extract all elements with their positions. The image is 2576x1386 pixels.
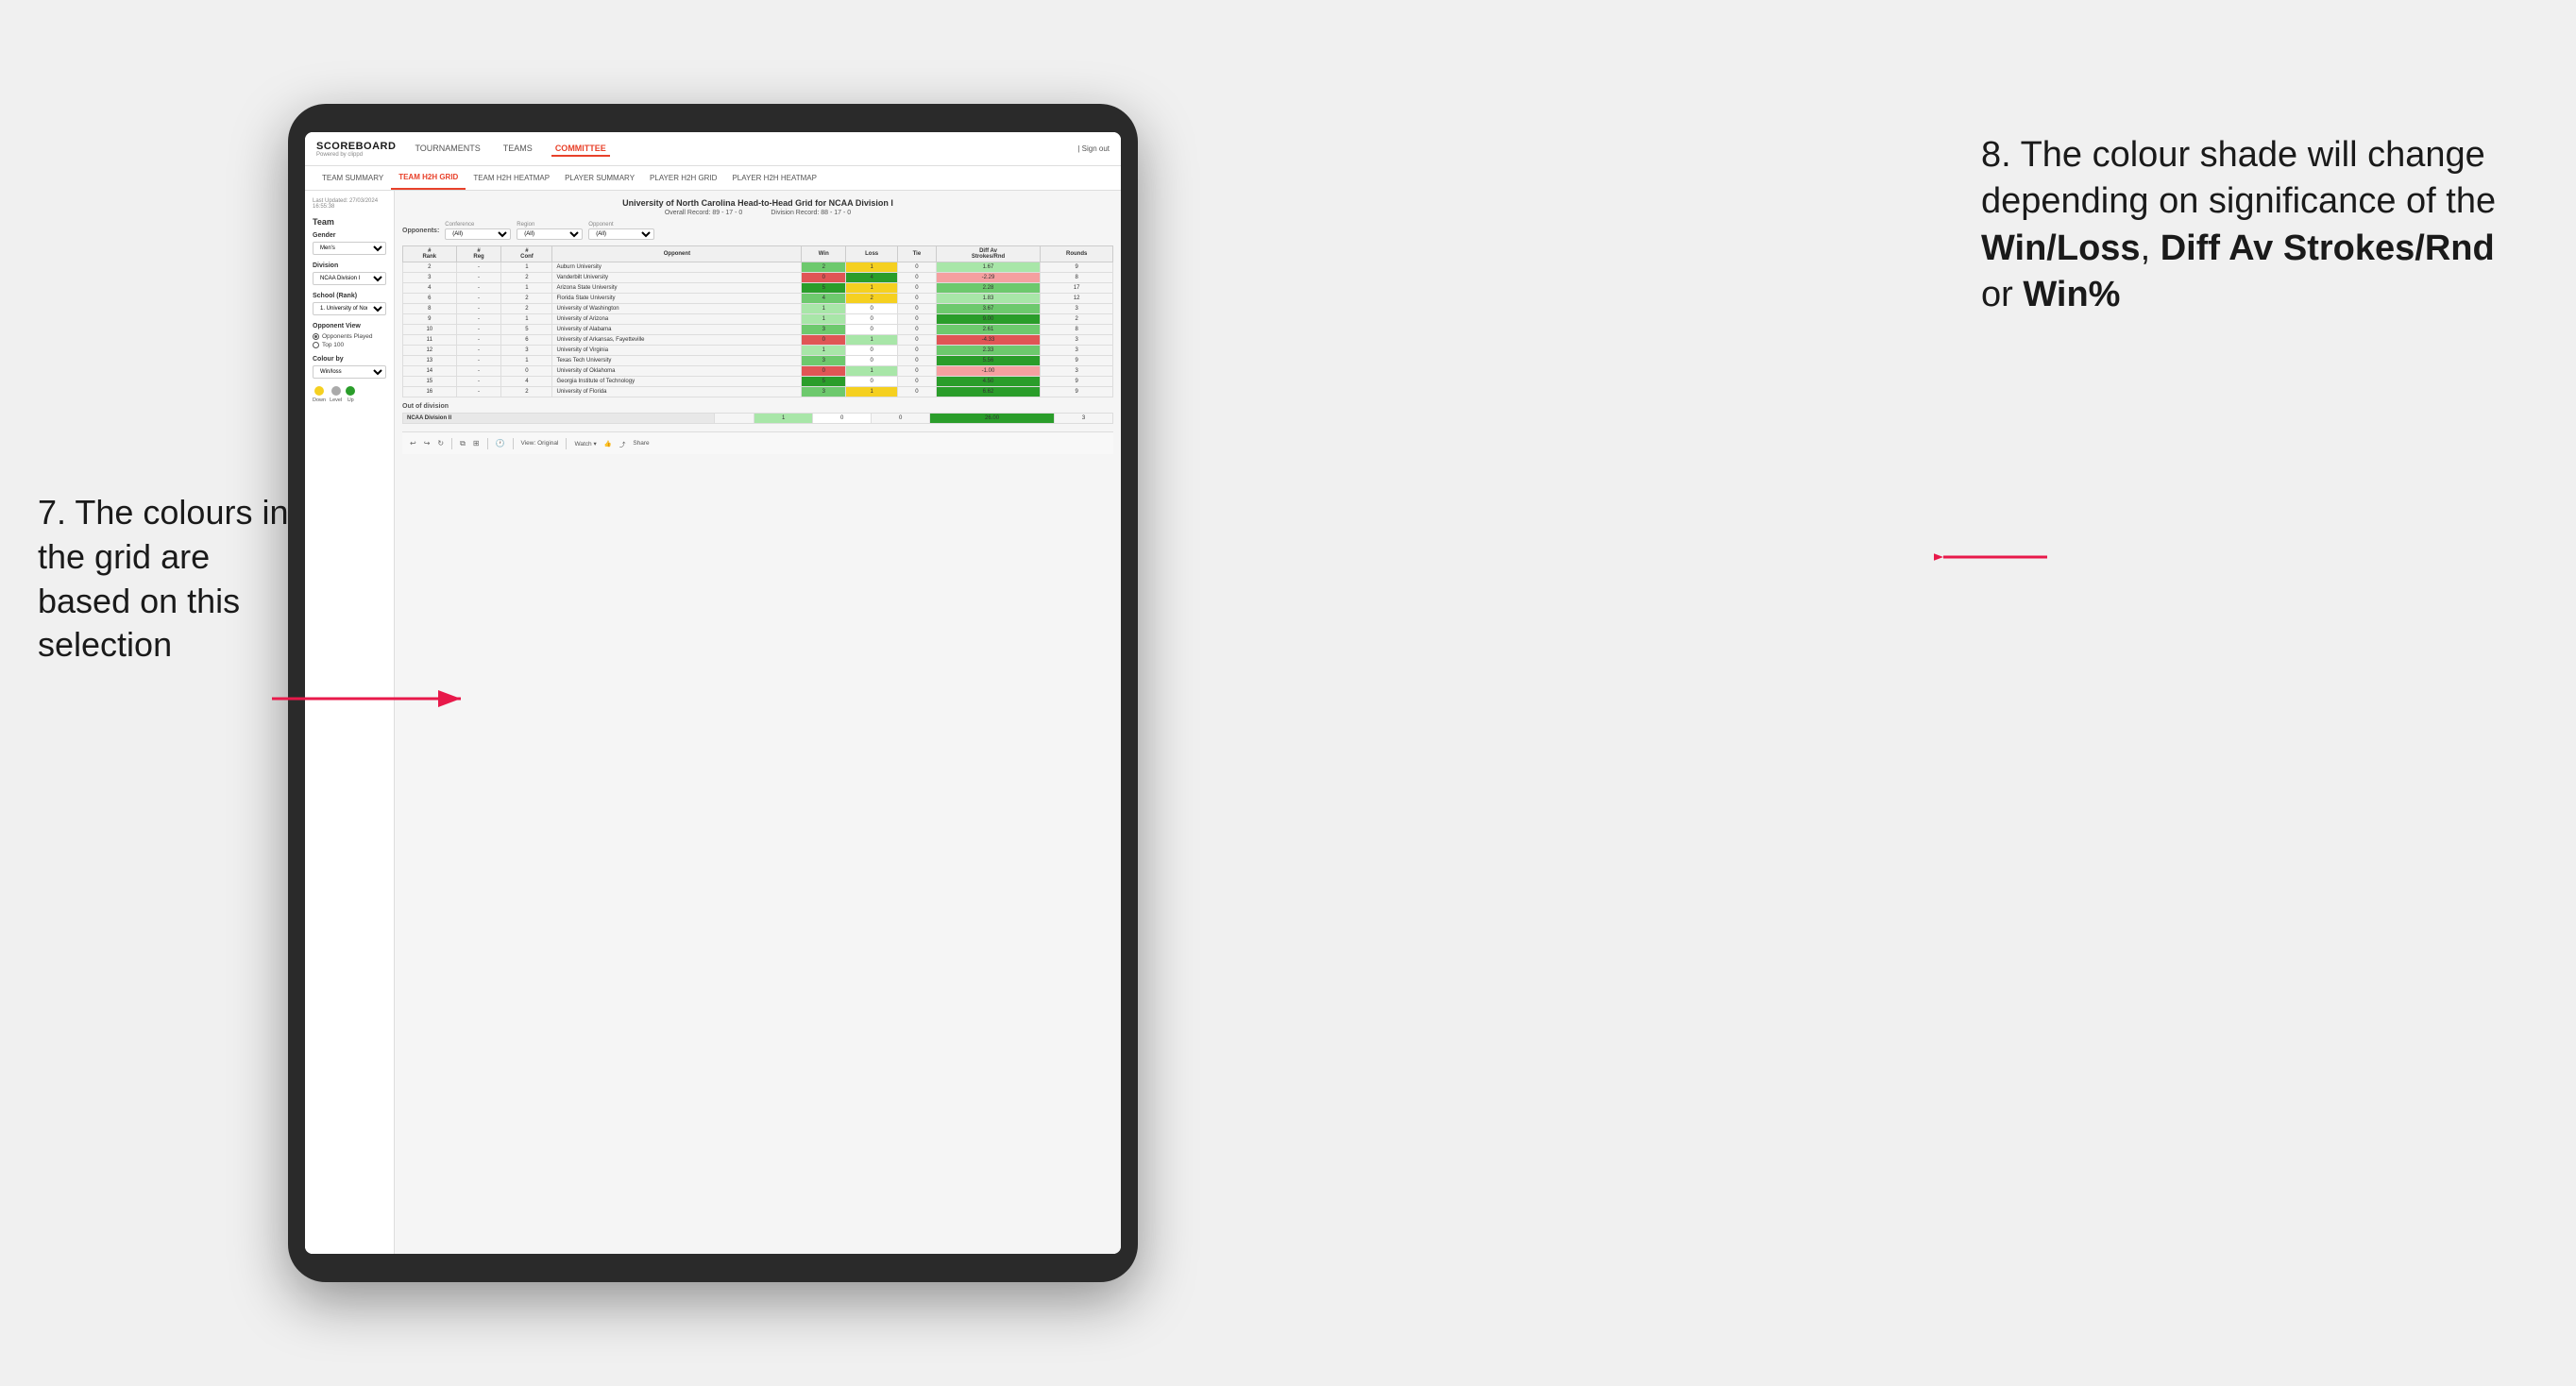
conference-filter-group: Conference (All) xyxy=(445,222,511,240)
school-select[interactable]: 1. University of Nort... xyxy=(313,302,386,315)
annotation-right: 8. The colour shade will change dependin… xyxy=(1981,132,2500,319)
radio-dot-opponents xyxy=(313,333,319,340)
clock-icon[interactable]: 🕐 xyxy=(496,439,505,448)
watch-button[interactable]: Watch ▾ xyxy=(574,440,596,448)
table-row: 2 - 1 Auburn University 2 1 0 1.67 9 xyxy=(403,262,1113,273)
th-rounds: Rounds xyxy=(1041,246,1113,262)
division-record: Division Record: 88 - 17 - 0 xyxy=(771,210,851,216)
nav-tournaments[interactable]: TOURNAMENTS xyxy=(411,142,483,157)
legend-up-circle xyxy=(346,386,355,396)
tab-player-summary[interactable]: PLAYER SUMMARY xyxy=(557,166,642,190)
overall-record: Overall Record: 89 - 17 - 0 xyxy=(665,210,743,216)
table-row: 14 - 0 University of Oklahoma 0 1 0 -1.0… xyxy=(403,366,1113,377)
th-loss: Loss xyxy=(846,246,898,262)
table-row: 13 - 1 Texas Tech University 3 0 0 5.56 … xyxy=(403,356,1113,366)
radio-dot-top100 xyxy=(313,342,319,348)
legend-row: Down Level Up xyxy=(313,386,386,403)
undo-icon[interactable]: ↩ xyxy=(410,439,416,448)
toolbar-sep4 xyxy=(566,438,567,449)
table-row: 4 - 1 Arizona State University 5 1 0 2.2… xyxy=(403,283,1113,294)
table-row: 15 - 4 Georgia Institute of Technology 5… xyxy=(403,377,1113,387)
out-of-division-label: Out of division xyxy=(402,403,1113,410)
legend-down-circle xyxy=(314,386,324,396)
th-reg: #Reg xyxy=(456,246,501,262)
arrow-right xyxy=(1934,538,2047,576)
colour-by-select[interactable]: Win/loss xyxy=(313,365,386,379)
redo-icon[interactable]: ↪ xyxy=(424,439,431,448)
annotation-left: 7. The colours in the grid are based on … xyxy=(38,491,302,668)
out-of-division-table: NCAA Division II 1 0 0 26.00 3 xyxy=(402,413,1113,424)
nav-committee[interactable]: COMMITTEE xyxy=(551,142,610,157)
conference-filter[interactable]: (All) xyxy=(445,228,511,240)
table-row: 3 - 2 Vanderbilt University 0 4 0 -2.29 … xyxy=(403,273,1113,283)
colour-by-section: Colour by Win/loss xyxy=(313,356,386,379)
share-label[interactable]: Share xyxy=(633,440,649,447)
region-filter-group: Region (All) xyxy=(517,222,583,240)
grid-title: University of North Carolina Head-to-Hea… xyxy=(402,198,1113,208)
th-diff: Diff AvStrokes/Rnd xyxy=(936,246,1041,262)
content-area: Last Updated: 27/03/2024 16:55:38 Team G… xyxy=(305,191,1121,1254)
th-opponent: Opponent xyxy=(552,246,802,262)
filters-row: Opponents: Conference (All) Region (All) xyxy=(402,222,1113,240)
table-row: 8 - 2 University of Washington 1 0 0 3.6… xyxy=(403,304,1113,314)
legend-level-circle xyxy=(331,386,341,396)
th-conf: #Conf xyxy=(501,246,552,262)
main-grid: University of North Carolina Head-to-Hea… xyxy=(395,191,1121,1254)
th-tie: Tie xyxy=(898,246,937,262)
view-original[interactable]: View: Original xyxy=(521,440,559,447)
table-row: 10 - 5 University of Alabama 3 0 0 2.61 … xyxy=(403,325,1113,335)
table-row: 9 - 1 University of Arizona 1 0 0 9.00 2 xyxy=(403,314,1113,325)
table-row: 6 - 2 Florida State University 4 2 0 1.8… xyxy=(403,294,1113,304)
ood-row: NCAA Division II 1 0 0 26.00 3 xyxy=(403,414,1113,424)
table-row: 12 - 3 University of Virginia 1 0 0 2.33… xyxy=(403,346,1113,356)
opponent-view-section: Opponent View Opponents Played Top 100 xyxy=(313,323,386,348)
tab-player-h2h-grid[interactable]: PLAYER H2H GRID xyxy=(642,166,724,190)
bottom-toolbar: ↩ ↪ ↻ ⧉ ⊞ 🕐 View: Original Watch ▾ 👍 ⤴ S… xyxy=(402,431,1113,454)
grid-records: Overall Record: 89 - 17 - 0 Division Rec… xyxy=(402,210,1113,216)
table-row: 11 - 6 University of Arkansas, Fayettevi… xyxy=(403,335,1113,346)
share-icon[interactable]: ⤴ xyxy=(619,439,626,448)
sub-nav: TEAM SUMMARY TEAM H2H GRID TEAM H2H HEAT… xyxy=(305,166,1121,191)
last-updated: Last Updated: 27/03/2024 16:55:38 xyxy=(313,198,386,210)
toolbar-sep1 xyxy=(451,438,452,449)
refresh-icon[interactable]: ↻ xyxy=(437,439,444,448)
table-row: 16 - 2 University of Florida 3 1 0 6.62 … xyxy=(403,387,1113,397)
grid-icon[interactable]: ⊞ xyxy=(473,439,480,448)
sign-out[interactable]: | Sign out xyxy=(1077,144,1110,153)
radio-opponents-played[interactable]: Opponents Played xyxy=(313,333,386,340)
radio-top100[interactable]: Top 100 xyxy=(313,342,386,348)
opponents-label: Opponents: xyxy=(402,228,439,234)
tab-team-h2h-heatmap[interactable]: TEAM H2H HEATMAP xyxy=(466,166,557,190)
logo-sub: Powered by clippd xyxy=(316,152,396,158)
logo-area: SCOREBOARD Powered by clippd xyxy=(316,141,396,158)
left-sidebar: Last Updated: 27/03/2024 16:55:38 Team G… xyxy=(305,191,395,1254)
app-header: SCOREBOARD Powered by clippd TOURNAMENTS… xyxy=(305,132,1121,166)
toolbar-sep2 xyxy=(487,438,488,449)
team-title: Team xyxy=(313,217,386,227)
logo-text: SCOREBOARD xyxy=(316,141,396,152)
tab-team-h2h-grid[interactable]: TEAM H2H GRID xyxy=(391,166,466,190)
legend-up: Up xyxy=(346,386,355,403)
legend-level: Level xyxy=(330,386,342,403)
copy-icon[interactable]: ⧉ xyxy=(460,439,466,448)
gender-section: Gender Men's xyxy=(313,232,386,255)
arrow-left xyxy=(272,680,480,718)
tab-team-summary[interactable]: TEAM SUMMARY xyxy=(314,166,391,190)
th-win: Win xyxy=(802,246,846,262)
legend-down: Down xyxy=(313,386,326,403)
nav-items: TOURNAMENTS TEAMS COMMITTEE xyxy=(411,142,609,157)
opponent-filter-group: Opponent (All) xyxy=(588,222,654,240)
gender-select[interactable]: Men's xyxy=(313,242,386,255)
th-rank: #Rank xyxy=(403,246,457,262)
school-section: School (Rank) 1. University of Nort... xyxy=(313,293,386,315)
division-select[interactable]: NCAA Division I xyxy=(313,272,386,285)
feedback-icon[interactable]: 👍 xyxy=(604,440,612,448)
toolbar-sep3 xyxy=(513,438,514,449)
division-section: Division NCAA Division I xyxy=(313,262,386,285)
nav-teams[interactable]: TEAMS xyxy=(500,142,536,157)
opponent-filter[interactable]: (All) xyxy=(588,228,654,240)
tab-player-h2h-heatmap[interactable]: PLAYER H2H HEATMAP xyxy=(724,166,824,190)
region-filter[interactable]: (All) xyxy=(517,228,583,240)
grid-table: #Rank #Reg #Conf Opponent Win Loss Tie D… xyxy=(402,245,1113,397)
